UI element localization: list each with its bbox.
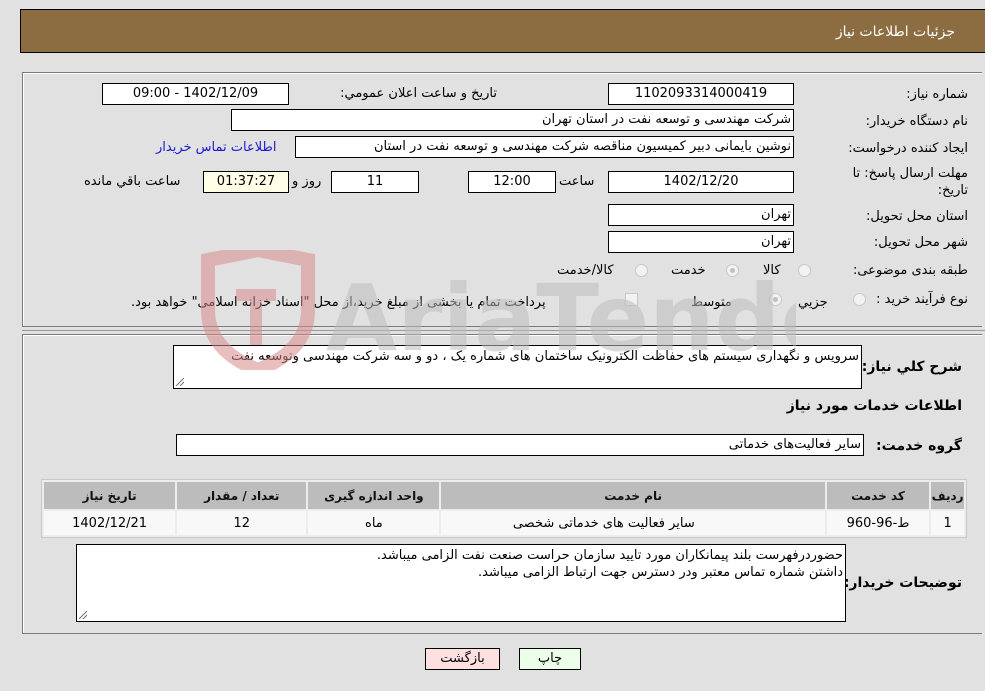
col-unit: واحد اندازه گیری: [308, 482, 440, 509]
need-details-panel: شماره نیاز: 1102093314000419 تاریخ و ساع…: [22, 72, 982, 327]
back-button[interactable]: بازگشت: [425, 648, 500, 670]
remaining-days-field[interactable]: 11: [331, 171, 419, 193]
cell-service-code: ط-96-960: [826, 511, 930, 535]
services-table-header: ردیف کد خدمت نام خدمت واحد اندازه گیری ت…: [44, 482, 964, 509]
days-label: روز و: [292, 174, 322, 189]
cell-quantity: 12: [177, 511, 307, 535]
divider: [22, 330, 985, 331]
services-section-title: اطلاعات خدمات مورد نياز: [786, 398, 962, 414]
col-need-date: تاریخ نیاز: [44, 482, 176, 509]
category-option-goods: کالا: [763, 263, 781, 278]
print-button[interactable]: چاپ: [519, 648, 581, 670]
buyer-note-line-1: حضوردرفهرست بلند پیمانکاران مورد تایید س…: [376, 548, 843, 563]
category-option-goods-service: کالا/خدمت: [557, 263, 614, 278]
col-service-code: کد خدمت: [826, 482, 930, 509]
process-option-medium: متوسط: [691, 295, 732, 310]
need-number-label: شماره نیاز:: [906, 87, 968, 102]
cell-unit: ماه: [308, 511, 440, 535]
process-radio-minor[interactable]: [853, 293, 866, 306]
cell-service-name: سایر فعالیت های خدماتی شخصی: [441, 511, 825, 535]
table-row: 1 ط-96-960 سایر فعالیت های خدماتی شخصی م…: [44, 511, 964, 535]
category-radio-goods-service[interactable]: [635, 264, 648, 277]
services-table: ردیف کد خدمت نام خدمت واحد اندازه گیری ت…: [41, 479, 967, 538]
service-group-field[interactable]: سایر فعالیت‌های خدماتی: [176, 434, 864, 456]
delivery-province-field[interactable]: تهران: [608, 204, 794, 226]
category-radio-goods[interactable]: [798, 264, 811, 277]
announce-datetime-field[interactable]: 1402/12/09 - 09:00: [102, 83, 289, 105]
cell-row-number: 1: [931, 511, 964, 535]
remaining-time-label: ساعت باقي مانده: [84, 174, 181, 189]
deadline-date-field[interactable]: 1402/12/20: [608, 171, 794, 193]
col-row-number: ردیف: [931, 482, 964, 509]
buyer-notes-label: توضیحات خریدار:: [843, 575, 962, 591]
deadline-time-field[interactable]: 12:00: [468, 171, 556, 193]
deadline-time-label: ساعت: [559, 174, 595, 189]
delivery-city-label: شهر محل تحویل:: [873, 235, 968, 250]
treasury-checkbox[interactable]: [625, 293, 638, 306]
remaining-time-field[interactable]: 01:37:27: [203, 171, 289, 193]
page-header: جزئیات اطلاعات نیاز: [20, 9, 985, 53]
summary-label: شرح كلي نياز:: [861, 359, 962, 375]
purchase-process-label: نوع فرآیند خرید :: [876, 292, 968, 307]
resize-grip-icon[interactable]: [79, 611, 87, 619]
buyer-contact-link[interactable]: اطلاعات تماس خریدار: [156, 140, 276, 155]
need-number-field[interactable]: 1102093314000419: [608, 83, 794, 105]
category-option-service: خدمت: [671, 263, 706, 278]
summary-text: سرویس و نگهداری سیستم های حفاظت الکترونی…: [231, 349, 859, 364]
buyer-org-label: نام دستگاه خریدار:: [865, 114, 968, 129]
treasury-note: پرداخت تمام یا بخشی از مبلغ خرید،از محل …: [131, 295, 546, 310]
service-group-label: گروه خدمت:: [876, 438, 962, 454]
page-title: جزئیات اطلاعات نیاز: [835, 24, 955, 40]
category-label: طبقه بندی موضوعی:: [852, 263, 968, 278]
requester-field[interactable]: نوشین بایمانی دبیر کمیسیون مناقصه شرکت م…: [295, 136, 794, 158]
buyer-org-field[interactable]: شرکت مهندسی و توسعه نفت در استان تهران: [231, 109, 794, 131]
col-quantity: تعداد / مقدار: [177, 482, 307, 509]
cell-need-date: 1402/12/21: [44, 511, 176, 535]
delivery-city-field[interactable]: تهران: [608, 231, 794, 253]
buyer-notes-textarea[interactable]: حضوردرفهرست بلند پیمانکاران مورد تایید س…: [76, 544, 846, 622]
announce-datetime-label: تاریخ و ساعت اعلان عمومي:: [340, 86, 497, 101]
deadline-label: مهلت ارسال پاسخ: تا تاریخ:: [852, 166, 968, 198]
services-panel: شرح كلي نياز: سرویس و نگهداری سیستم های …: [22, 334, 982, 634]
resize-grip-icon[interactable]: [176, 378, 184, 386]
buyer-note-line-2: داشتن شماره تماس معتبر ودر دسترس جهت ارت…: [478, 565, 843, 580]
col-service-name: نام خدمت: [441, 482, 825, 509]
process-option-minor: جزيي: [798, 295, 828, 310]
process-radio-medium[interactable]: [769, 293, 782, 306]
summary-textarea[interactable]: سرویس و نگهداری سیستم های حفاظت الکترونی…: [173, 345, 862, 389]
requester-label: ایجاد کننده درخواست:: [848, 141, 968, 156]
delivery-province-label: استان محل تحویل:: [866, 209, 968, 224]
category-radio-service[interactable]: [726, 264, 739, 277]
